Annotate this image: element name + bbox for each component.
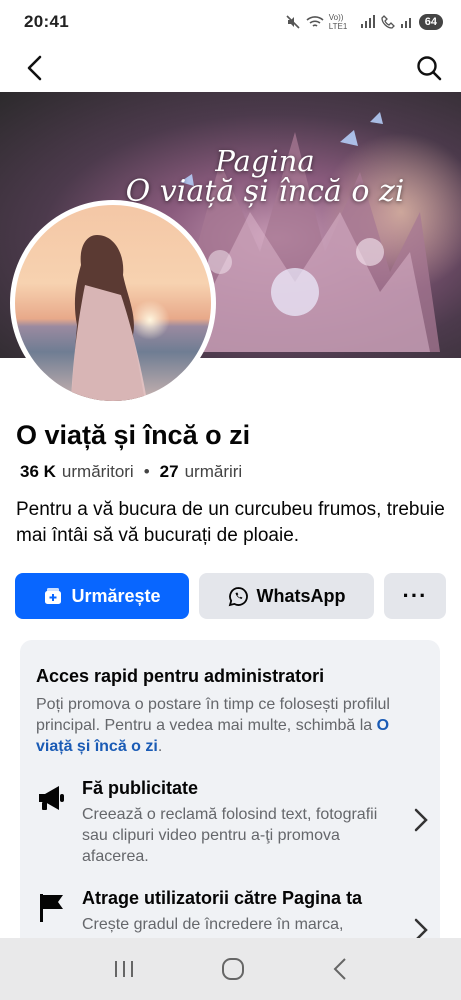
status-bar: 20:41 Vo)) LTE1 64 [0,0,461,44]
followers-label[interactable]: urmăritori [62,462,134,482]
attract-users-title: Atrage utilizatorii către Pagina ta [82,888,363,908]
woman-silhouette [71,235,147,401]
advertise-item[interactable]: Fă publicitate Creează o reclamă folosin… [36,778,428,868]
system-navigation-bar [0,938,461,1000]
admin-card-description: Poți promova o postare în timp ce folose… [36,694,424,757]
chevron-right-icon [414,808,428,832]
admin-desc-end: . [157,738,163,755]
whatsapp-label: WhatsApp [256,585,346,606]
mute-icon [286,15,300,29]
profile-picture[interactable] [10,200,216,406]
page-title: O viață și încă o zi [16,420,251,450]
signal2-icon [400,18,411,28]
back-nav-icon[interactable] [332,957,348,981]
cover-title-line1: Pagina [215,144,315,178]
search-icon [417,56,442,81]
page-stats: 36 K urmăritori • 27 urmăriri [20,462,242,482]
back-button[interactable] [18,52,50,84]
followers-count[interactable]: 36 K [20,462,56,482]
battery-indicator: 64 [418,14,443,30]
more-options-button[interactable]: ··· [384,573,446,619]
home-icon[interactable] [221,957,245,981]
search-button[interactable] [413,52,445,84]
attract-users-description: Crește gradul de încredere în marca, [82,916,344,933]
signal-icon [360,15,375,28]
follow-icon [45,588,62,604]
back-arrow-icon [27,55,42,81]
recent-apps-icon[interactable] [113,959,135,979]
page-bio: Pentru a vă bucura de un curcubeu frumos… [16,499,445,546]
top-nav [0,44,461,92]
profile-photo-scene [15,205,211,401]
advertise-title: Fă publicitate [82,778,199,798]
cover-title-line2: O viață și încă o zi [125,174,405,209]
following-count[interactable]: 27 [160,462,179,482]
status-time: 20:41 [24,12,69,31]
more-icon: ··· [402,583,428,608]
admin-card-title: Acces rapid pentru administratori [36,666,325,686]
follow-button[interactable]: Urmărește [15,573,189,619]
volte-label: Vo)) LTE1 [328,13,348,31]
wifi-icon [306,16,324,27]
admin-desc-text: Poți promova o postare în timp ce folose… [36,696,390,734]
stats-separator: • [143,462,150,481]
whatsapp-button[interactable]: WhatsApp [199,573,374,619]
status-icons: Vo)) LTE1 64 [285,13,443,31]
following-label[interactable]: urmăriri [185,462,243,482]
megaphone-icon [39,786,64,810]
admin-quick-access-card: Acces rapid pentru administratori Poți p… [20,640,440,950]
flag-icon [40,894,63,922]
advertise-description: Creează o reclamă folosind text, fotogra… [82,806,378,865]
call-icon [381,15,395,29]
whatsapp-icon [228,586,248,606]
follow-label: Urmărește [71,585,161,606]
